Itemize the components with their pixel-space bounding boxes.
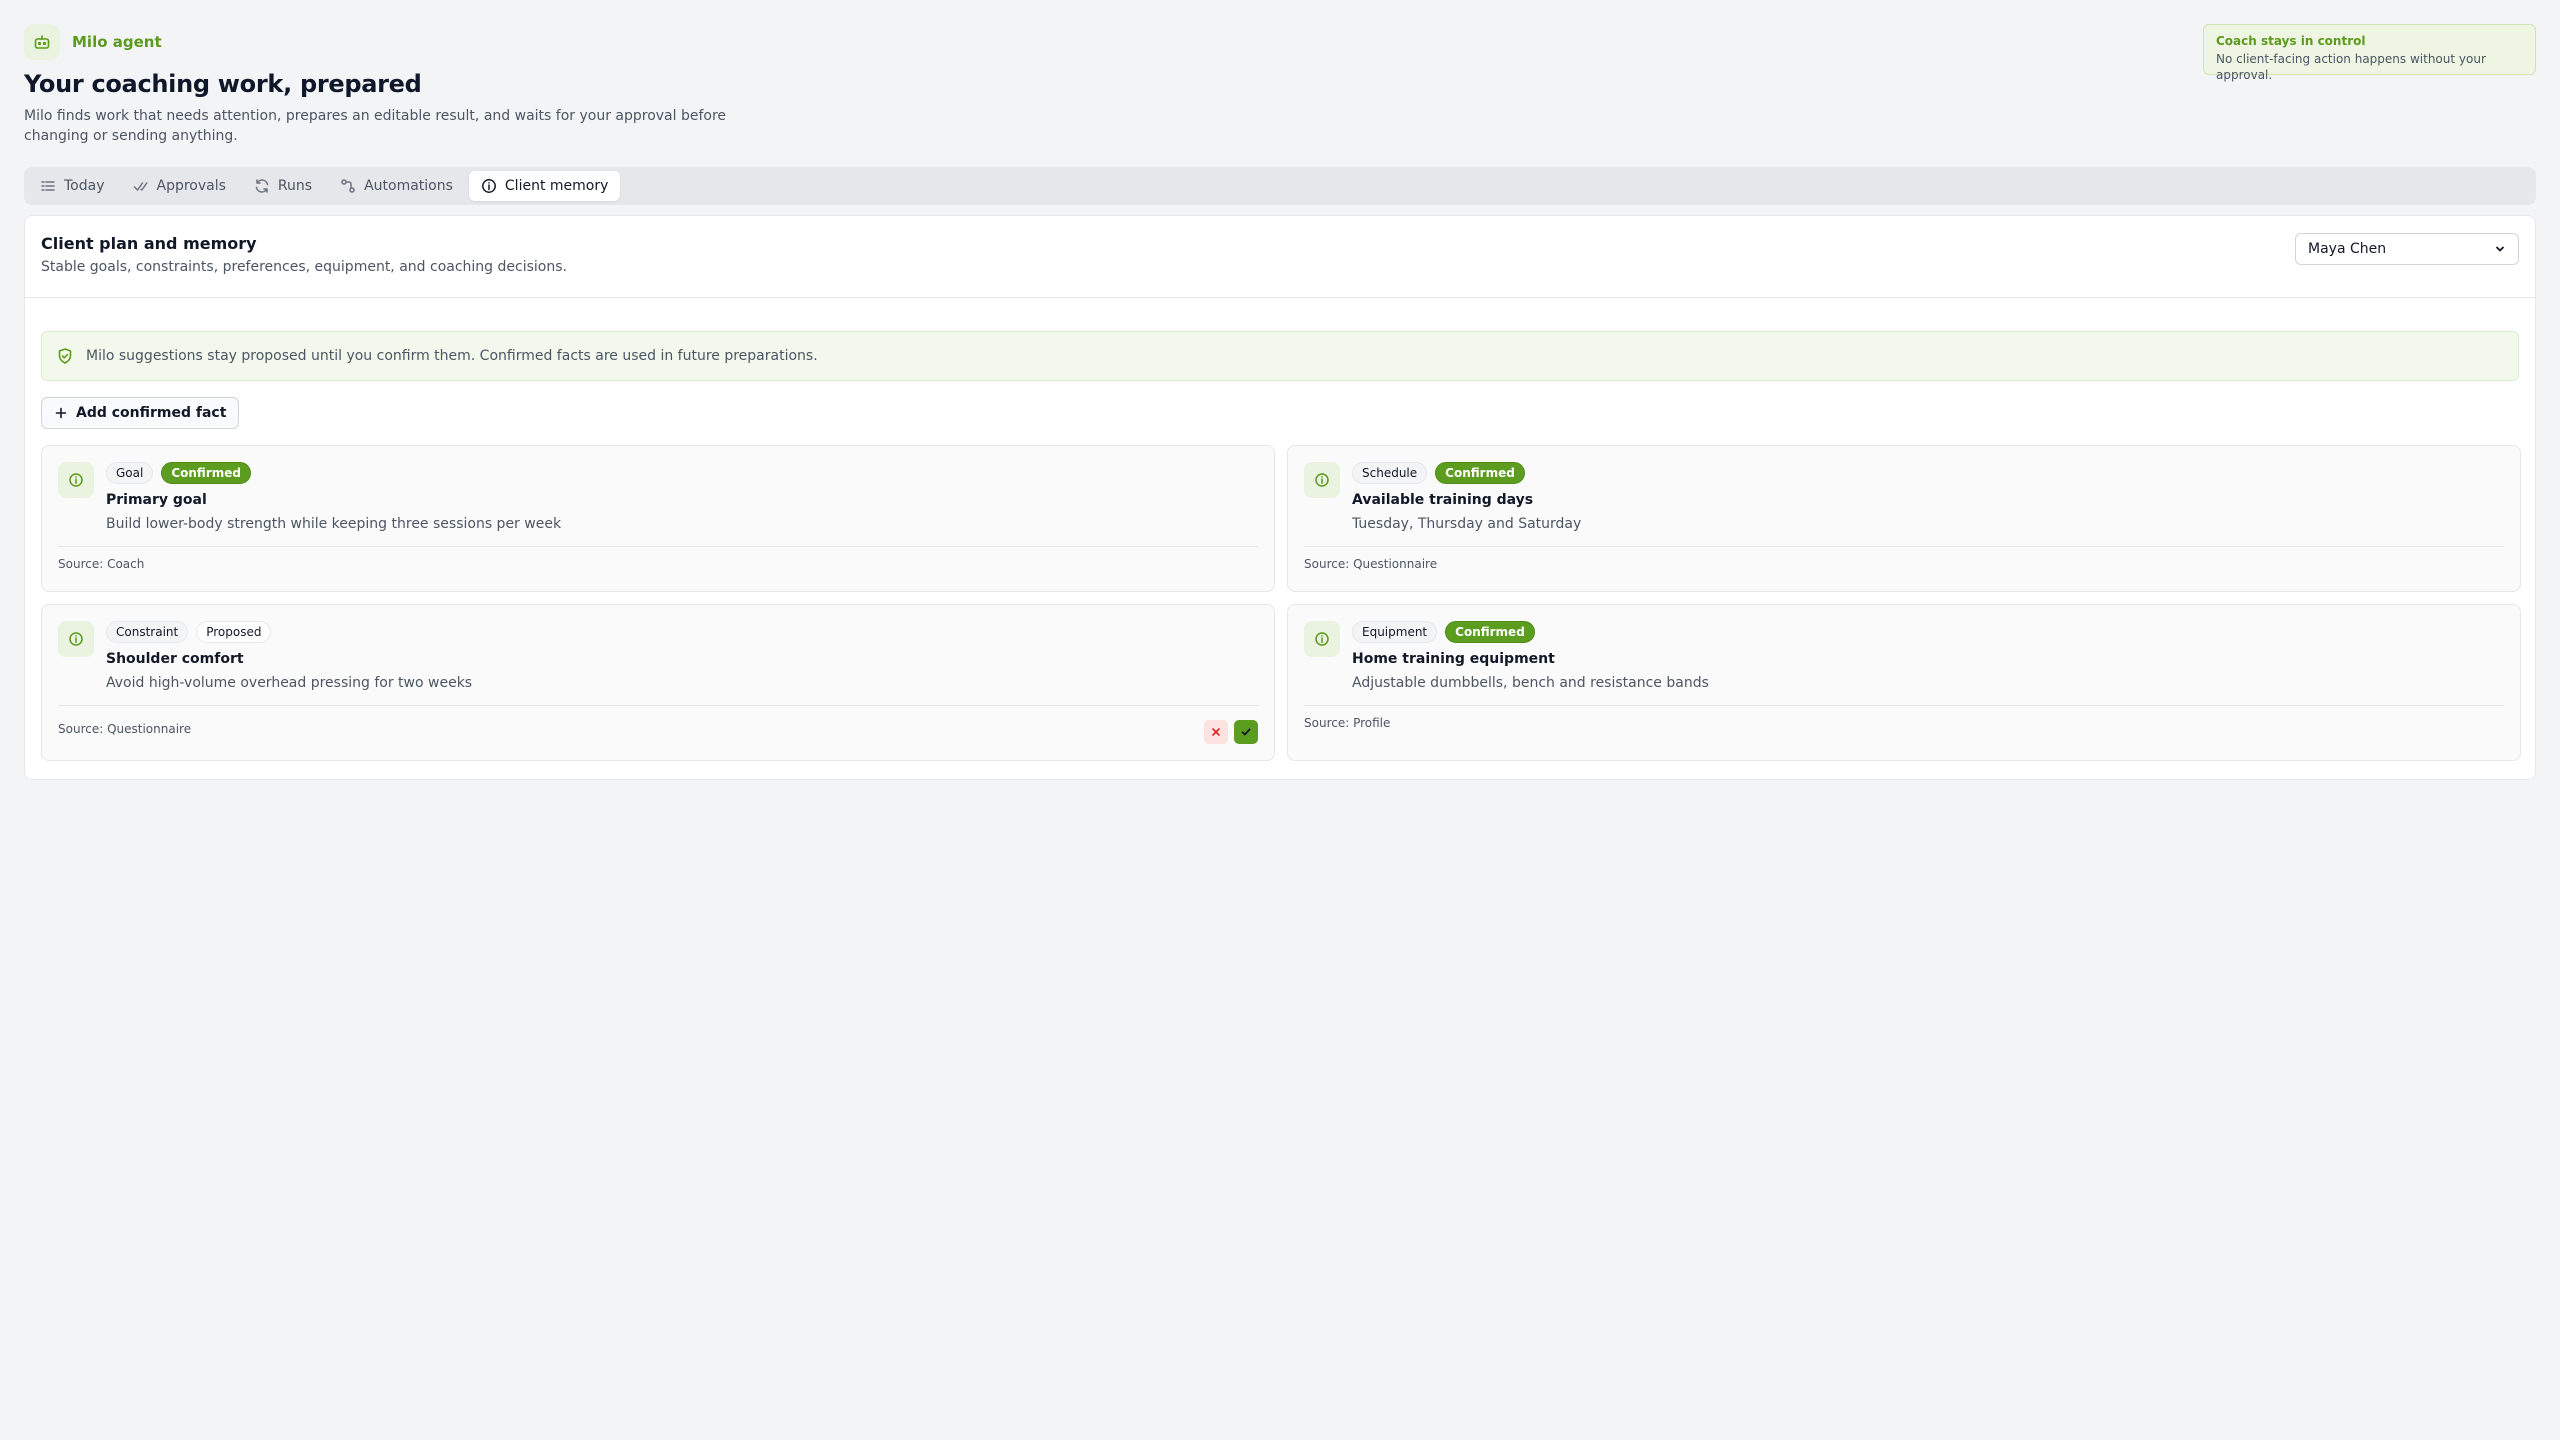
info-icon — [1304, 462, 1340, 498]
tab-automations[interactable]: Automations — [328, 171, 465, 201]
page: Milo agent Your coaching work, prepared … — [0, 0, 2560, 1440]
list-icon — [41, 181, 55, 191]
fact-title: Primary goal — [106, 492, 207, 508]
tab-label: Runs — [277, 178, 313, 194]
page-title: Your coaching work, prepared — [24, 70, 422, 98]
divider — [1304, 546, 2504, 547]
status-badge: Confirmed — [1445, 621, 1535, 643]
check-double-icon — [133, 182, 148, 191]
fact-source: Source: Coach — [58, 557, 145, 571]
shield-check-icon — [58, 348, 72, 364]
panel-subtitle: Stable goals, constraints, preferences, … — [41, 259, 567, 275]
divider — [1304, 705, 2504, 706]
fact-card-home-equipment: Equipment Confirmed Home training equipm… — [1287, 604, 2521, 761]
brand: Milo agent — [24, 24, 162, 60]
fact-text: Avoid high-volume overhead pressing for … — [106, 675, 473, 691]
panel-title: Client plan and memory — [41, 234, 257, 253]
tab-label: Automations — [364, 178, 453, 194]
brand-name: Milo agent — [72, 33, 162, 51]
coach-control-notice: Coach stays in control No client-facing … — [2203, 24, 2536, 82]
tab-label: Approvals — [156, 178, 226, 194]
client-select-value: Maya Chen — [2308, 241, 2387, 257]
category-tag: Goal — [106, 462, 154, 484]
fact-title: Home training equipment — [1352, 651, 1555, 667]
tab-label: Client memory — [504, 178, 609, 194]
info-icon — [481, 179, 496, 193]
fact-card-shoulder-comfort: Constraint Proposed Shoulder comfort Avo… — [41, 604, 1275, 761]
notice-text: Milo suggestions stay proposed until you… — [86, 348, 818, 364]
status-badge: Confirmed — [1435, 462, 1525, 484]
check-icon — [1241, 728, 1251, 736]
panel-header: Client plan and memory Stable goals, con… — [25, 216, 2535, 298]
page-subtitle: Milo finds work that needs attention, pr… — [24, 108, 727, 144]
divider — [58, 546, 1258, 547]
fact-text: Tuesday, Thursday and Saturday — [1352, 516, 1582, 532]
add-fact-label: Add confirmed fact — [76, 405, 227, 421]
confirmation-notice: Milo suggestions stay proposed until you… — [41, 331, 2519, 381]
fact-text: Adjustable dumbbells, bench and resistan… — [1352, 675, 1709, 691]
status-badge: Confirmed — [161, 462, 251, 484]
divider — [58, 705, 1258, 706]
reject-button[interactable] — [1204, 720, 1228, 744]
fact-source: Source: Questionnaire — [58, 722, 192, 736]
add-confirmed-fact-button[interactable]: Add confirmed fact — [41, 397, 240, 429]
category-tag: Equipment — [1352, 621, 1438, 643]
control-notice-text: No client-facing action happens without … — [2216, 52, 2486, 82]
status-badge: Proposed — [196, 621, 272, 643]
fact-card-training-days: Schedule Confirmed Available training da… — [1287, 445, 2521, 592]
close-icon — [1212, 728, 1220, 736]
tab-bar: Today Approvals Runs Automations Client … — [24, 167, 2536, 205]
fact-source: Source: Questionnaire — [1304, 557, 1438, 571]
category-tag: Constraint — [106, 621, 189, 643]
fact-title: Shoulder comfort — [106, 651, 244, 667]
plus-icon — [55, 407, 67, 419]
info-icon — [58, 621, 94, 657]
tab-label: Today — [64, 178, 105, 194]
refresh-icon — [255, 179, 269, 193]
robot-icon — [24, 24, 60, 60]
tab-runs[interactable]: Runs — [242, 171, 324, 201]
tab-today[interactable]: Today — [28, 171, 117, 201]
client-select[interactable]: Maya Chen — [2295, 233, 2519, 265]
fact-source: Source: Profile — [1304, 716, 1391, 730]
fact-actions — [1204, 720, 1258, 744]
info-icon — [58, 462, 94, 498]
tab-approvals[interactable]: Approvals — [121, 171, 238, 201]
info-icon — [1304, 621, 1340, 657]
fact-text: Build lower-body strength while keeping … — [106, 516, 562, 532]
tab-client-memory[interactable]: Client memory — [468, 171, 621, 201]
chevron-down-icon — [2496, 246, 2504, 252]
fact-title: Available training days — [1352, 492, 1534, 508]
confirm-button[interactable] — [1234, 720, 1258, 744]
workflow-icon — [341, 179, 355, 193]
fact-card-primary-goal: Goal Confirmed Primary goal Build lower-… — [41, 445, 1275, 592]
category-tag: Schedule — [1352, 462, 1428, 484]
client-memory-panel: Client plan and memory Stable goals, con… — [24, 215, 2536, 780]
control-notice-title: Coach stays in control — [2216, 34, 2366, 48]
